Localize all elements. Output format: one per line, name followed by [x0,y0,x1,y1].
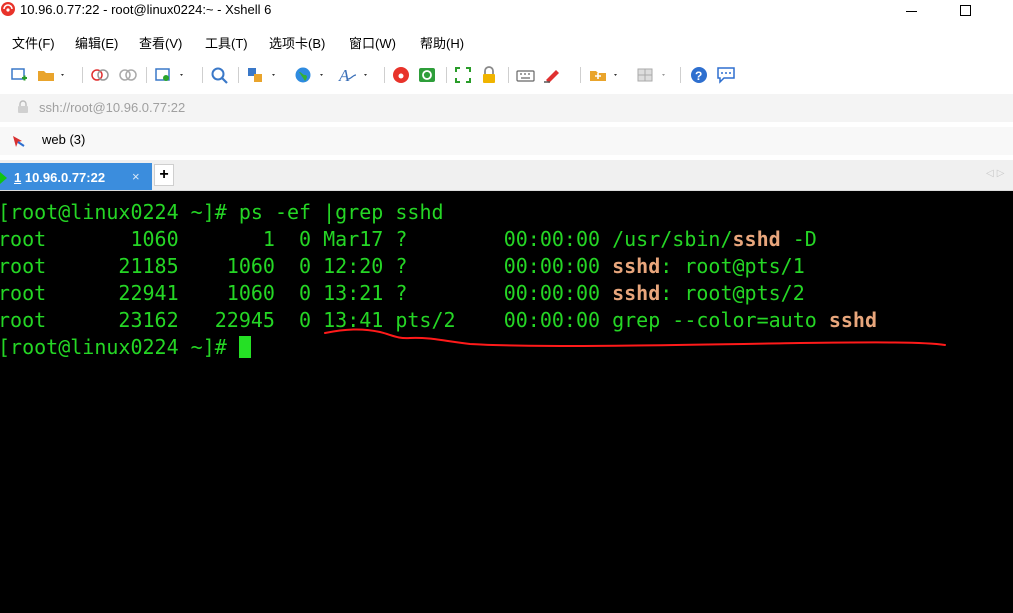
toolbar-separator [508,67,509,83]
window-title: 10.96.0.77:22 - root@linux0224:~ - Xshel… [20,2,272,17]
row-text: root 1060 1 0 Mar17 ? 00:00:00 /usr/sbin… [0,227,733,251]
address-bar[interactable]: ssh://root@10.96.0.77:22 [0,94,1013,122]
menu-bar: 文件(F) 编辑(E) 查看(V) 工具(T) 选项卡(B) 窗口(W) 帮助(… [0,29,1013,55]
search-icon[interactable] [210,66,230,84]
chat-icon[interactable] [716,66,738,84]
globe-icon[interactable] [294,66,328,84]
svg-text:A: A [338,66,350,84]
font-icon[interactable]: A [338,66,372,84]
tab-scroll-arrows-icon[interactable]: ◁▷ [986,168,1007,179]
disconnect-icon[interactable] [90,66,110,84]
tab-close-icon[interactable]: × [132,169,140,184]
reconnect-icon[interactable] [118,66,138,84]
tab-bar: 1 10.96.0.77:22 × + ◁▷ [0,160,1013,191]
fullscreen-icon[interactable] [454,66,474,84]
connected-indicator-icon [0,172,7,184]
menu-help[interactable]: 帮助(H) [420,33,464,52]
links-bar: web (3) [0,127,1013,155]
terminal-command: ps -ef |grep sshd [238,200,444,224]
svg-text:?: ? [695,69,702,83]
menu-edit[interactable]: 编辑(E) [75,33,118,52]
address-lock-icon [18,100,28,113]
row-text: root 22941 1060 0 13:21 ? 00:00:00 [0,281,613,305]
open-folder-icon[interactable] [36,66,66,84]
grep-match: sshd [612,281,661,305]
toolbar: A ? [0,60,1013,90]
toolbar-separator [680,67,681,83]
menu-tools[interactable]: 工具(T) [205,33,248,52]
row-text: root 21185 1060 0 12:20 ? 00:00:00 [0,254,613,278]
terminal-output-row: root 23162 22945 0 13:41 pts/2 00:00:00 … [0,307,877,334]
xshell-icon[interactable] [392,66,412,84]
web-link-icon [13,136,25,147]
highlight-icon[interactable] [542,66,566,84]
minimize-button[interactable] [897,0,927,22]
tab-host: 10.96.0.77:22 [21,170,106,185]
menu-window[interactable]: 窗口(W) [349,33,396,52]
terminal-prompt: [root@linux0224 ~]# [0,200,239,224]
terminal-prompt-line: [root@linux0224 ~]# [0,334,251,361]
toolbar-separator [580,67,581,83]
toolbar-separator [446,67,447,83]
terminal-command-line: [root@linux0224 ~]# ps -ef |grep sshd [0,199,444,226]
lock-icon[interactable] [480,66,500,84]
title-bar: 10.96.0.77:22 - root@linux0224:~ - Xshel… [0,0,1013,24]
terminal-screen[interactable]: [root@linux0224 ~]# ps -ef |grep sshd ro… [0,191,1013,613]
terminal-output-row: root 22941 1060 0 13:21 ? 00:00:00 sshd:… [0,280,805,307]
session-folder-icon[interactable] [588,66,622,84]
terminal-cursor [238,336,251,358]
properties-icon[interactable] [154,66,188,84]
link-web[interactable]: web (3) [42,132,85,147]
terminal-prompt: [root@linux0224 ~]# [0,335,239,359]
transfer-icon[interactable] [246,66,280,84]
row-text: root 23162 22945 0 13:41 pts/2 00:00:00 … [0,308,829,332]
address-text[interactable]: ssh://root@10.96.0.77:22 [39,100,185,115]
menu-tabs[interactable]: 选项卡(B) [269,33,325,52]
xshell-app-icon [1,2,15,16]
toolbar-separator [82,67,83,83]
tab-label: 1 10.96.0.77:22 [14,170,105,185]
tab-session-1[interactable]: 1 10.96.0.77:22 × [0,163,152,190]
toolbar-separator [202,67,203,83]
help-icon[interactable]: ? [690,66,710,84]
keyboard-icon[interactable] [516,66,536,84]
xftp-icon[interactable] [418,66,438,84]
toolbar-separator [238,67,239,83]
menu-file[interactable]: 文件(F) [12,33,55,52]
grep-match: sshd [828,308,878,332]
maximize-button[interactable] [951,0,981,22]
terminal-output-row: root 1060 1 0 Mar17 ? 00:00:00 /usr/sbin… [0,226,817,253]
terminal-output-row: root 21185 1060 0 12:20 ? 00:00:00 sshd:… [0,253,805,280]
grep-match: sshd [612,254,661,278]
grep-match: sshd [732,227,781,251]
row-text: : root@pts/2 [660,281,805,305]
row-text: : root@pts/1 [660,254,805,278]
toolbar-separator [384,67,385,83]
row-text: -D [780,227,817,251]
layout-icon[interactable] [636,66,670,84]
add-tab-button[interactable]: + [154,164,174,186]
toolbar-separator [146,67,147,83]
new-session-icon[interactable] [10,66,28,84]
menu-view[interactable]: 查看(V) [139,33,182,52]
